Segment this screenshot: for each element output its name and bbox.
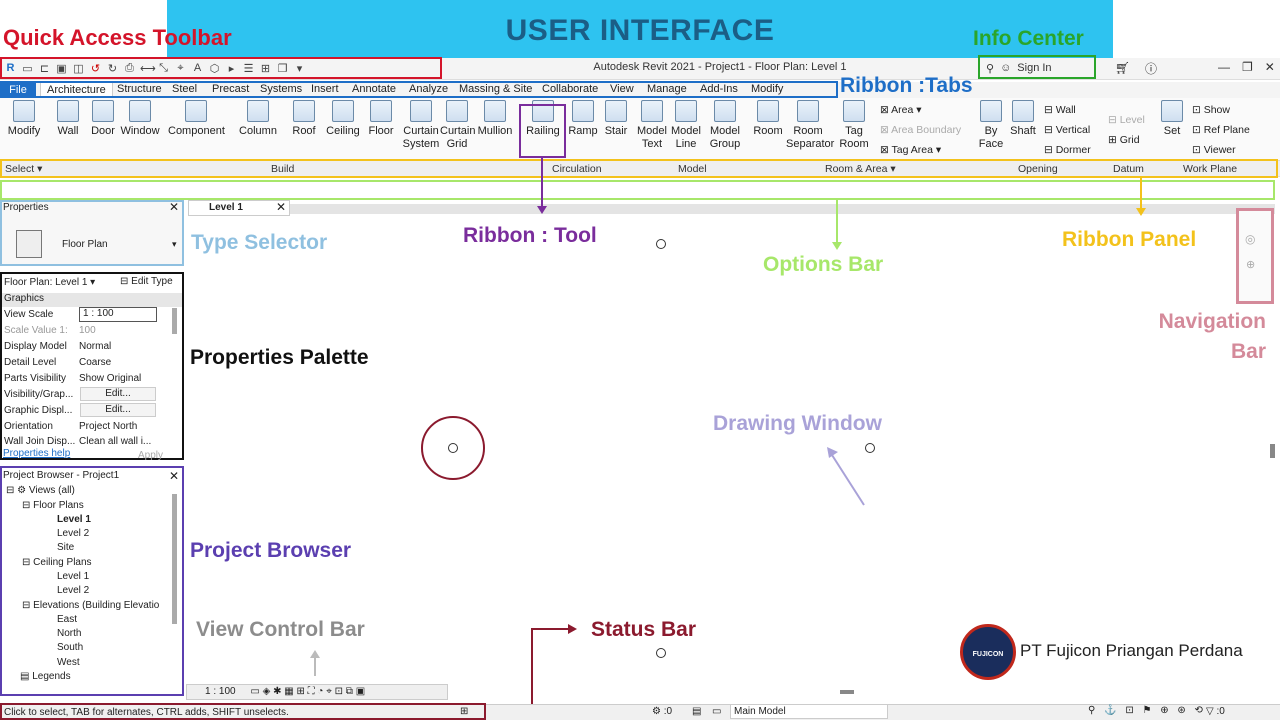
- status-bar-highlight: [0, 703, 486, 720]
- filter-icon[interactable]: ▽ :0: [1206, 706, 1225, 717]
- company-name: PT Fujicon Priangan Perdana: [1020, 641, 1243, 660]
- view-control-bar: 1 : 100 ▭ ◈ ✱ ▦ ⊞ ⛶ ◔ ⌖ ⊡ ⧉ ▣: [186, 684, 448, 700]
- annotation-arrows: [310, 158, 1146, 712]
- view-scale[interactable]: 1 : 100: [205, 686, 236, 697]
- selection-toggle-icons[interactable]: ⚲ ⚓ ⊡ ⚑ ⊕ ⊛ ⟲: [1088, 705, 1206, 716]
- worksharing-icon[interactable]: ⊞: [460, 706, 468, 717]
- model-selector[interactable]: ▭: [712, 706, 721, 717]
- horizontal-scroll-handle[interactable]: [840, 690, 854, 694]
- main-model-dropdown[interactable]: Main Model: [730, 704, 888, 719]
- view-control-icons[interactable]: ▭ ◈ ✱ ▦ ⊞ ⛶ ◔ ⌖ ⊡ ⧉ ▣: [250, 686, 365, 697]
- design-options-icon[interactable]: ⚙ :0: [652, 706, 672, 717]
- company-logo: FUJICON: [960, 624, 1016, 680]
- editable-icon[interactable]: ▤: [692, 706, 701, 717]
